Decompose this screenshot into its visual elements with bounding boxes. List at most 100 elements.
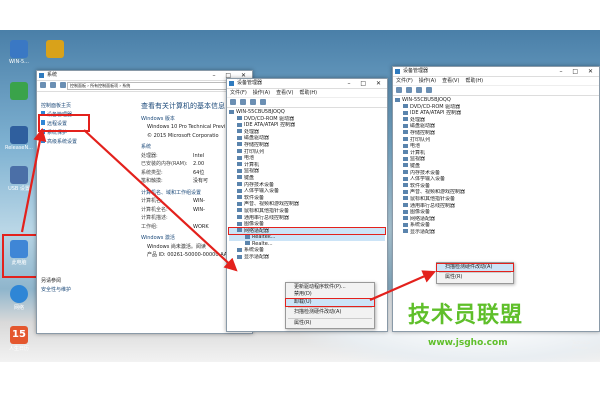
tree-item[interactable]: 显示适配器: [229, 254, 385, 261]
recycle-bin-icon: [10, 82, 28, 100]
nav-advanced-settings[interactable]: 高级系统设置: [41, 138, 136, 147]
tree-item[interactable]: 打印队列: [395, 137, 597, 144]
device-manager-highlight: [38, 114, 90, 132]
tree-item[interactable]: 声音、视频和游戏控制器: [229, 201, 385, 208]
menu-action[interactable]: 操作(A): [253, 90, 270, 96]
menu-properties[interactable]: 属性(R): [286, 320, 374, 327]
tree-item[interactable]: 人体学输入设备: [395, 176, 597, 183]
device-icon: [237, 188, 242, 193]
properties-icon[interactable]: [250, 99, 256, 105]
tree-item[interactable]: 打印队列: [229, 149, 385, 156]
tree-item[interactable]: 软件设备: [229, 195, 385, 202]
desktop-icon-recycle[interactable]: [2, 82, 36, 101]
menu-view[interactable]: 查看(V): [442, 78, 459, 84]
desktop-icon-calendar[interactable]: 15 人生日历: [2, 326, 36, 352]
tree-item[interactable]: 磁盘驱动器: [229, 135, 385, 142]
tree-item[interactable]: 键盘: [395, 163, 597, 170]
help-icon[interactable]: [260, 99, 266, 105]
device-icon: [237, 155, 242, 160]
menu-uninstall[interactable]: 卸载(U): [285, 297, 375, 308]
forward-icon[interactable]: [406, 87, 412, 93]
tree-item[interactable]: 电池: [395, 143, 597, 150]
menu-disable[interactable]: 禁用(D): [286, 291, 374, 298]
tree-item[interactable]: 电池: [229, 155, 385, 162]
tree-item[interactable]: 系统设备: [395, 222, 597, 229]
back-icon[interactable]: [396, 87, 402, 93]
menu-update-driver[interactable]: 更新驱动程序软件(P)...: [286, 284, 374, 291]
menu-scan-hardware[interactable]: 扫描检测硬件改动(A): [436, 262, 514, 273]
address-bar[interactable]: 控制面板 › 所有控制面板项 › 系统: [67, 82, 241, 90]
tree-item-network-adapters[interactable]: 网络适配器: [228, 226, 386, 236]
tree-item[interactable]: 声音、视频和游戏控制器: [395, 189, 597, 196]
desktop-icon-usb[interactable]: USB 设置: [2, 166, 36, 192]
network-adapter-icon: [403, 216, 408, 221]
device-icon: [403, 176, 408, 181]
nav-security-maintenance[interactable]: 安全性与维护: [41, 286, 136, 295]
menu-file[interactable]: 文件(F): [396, 78, 413, 84]
device-icon: [403, 196, 408, 201]
window-controls[interactable]: – □ ✕: [559, 67, 597, 76]
back-icon[interactable]: [230, 99, 236, 105]
tree-item[interactable]: 通用串行总线控制器: [229, 215, 385, 222]
network-adapter-icon: [245, 234, 250, 239]
tree-item[interactable]: 计算机: [229, 162, 385, 169]
tree-item[interactable]: 计算机: [395, 150, 597, 157]
tree-item[interactable]: IDE ATA/ATAPI 控制器: [395, 110, 597, 117]
menu-action[interactable]: 操作(A): [419, 78, 436, 84]
tree-item[interactable]: 键盘: [229, 175, 385, 182]
device-icon: [403, 203, 408, 207]
menu-scan-hardware[interactable]: 扫描检测硬件改动(A): [286, 309, 374, 316]
tree-item[interactable]: 人体学输入设备: [229, 188, 385, 195]
tree-item[interactable]: 内存技术设备: [395, 170, 597, 177]
tree-subitem[interactable]: Realtek...: [229, 234, 385, 241]
device-icon: [403, 222, 408, 227]
tree-item[interactable]: 处理器: [229, 129, 385, 136]
nav-control-panel-home[interactable]: 控制面板主页: [41, 102, 136, 111]
forward-icon[interactable]: [240, 99, 246, 105]
tree-item[interactable]: IDE ATA/ATAPI 控制器: [229, 122, 385, 129]
tree-item[interactable]: 磁盘驱动器: [395, 123, 597, 130]
tree-item[interactable]: 图像设备: [229, 221, 385, 228]
properties-icon[interactable]: [416, 87, 422, 93]
tree-subitem[interactable]: Realte...: [229, 241, 385, 248]
tree-item[interactable]: 存储控制器: [395, 130, 597, 137]
tree-item[interactable]: 监视器: [229, 168, 385, 175]
desktop-icon-network[interactable]: 网络: [2, 285, 36, 311]
tree-root[interactable]: WIN-55CBU5BJOQQ: [229, 109, 385, 116]
tree-item[interactable]: DVD/CD-ROM 驱动器: [395, 104, 597, 111]
menu-help[interactable]: 帮助(H): [465, 78, 483, 84]
tree-item[interactable]: 鼠标和其他指针设备: [229, 208, 385, 215]
up-icon[interactable]: [60, 82, 66, 88]
tree-item[interactable]: 系统设备: [229, 247, 385, 254]
desktop-icon-computer[interactable]: WIN-5...: [2, 40, 36, 65]
tree-item[interactable]: 监视器: [395, 156, 597, 163]
tree-item[interactable]: 图像设备: [395, 209, 597, 216]
tree-item[interactable]: 通用串行总线控制器: [395, 203, 597, 210]
tree-item[interactable]: 软件设备: [395, 183, 597, 190]
tree-root[interactable]: WIN-55CBU5BJOQQ: [395, 97, 597, 104]
menu-file[interactable]: 文件(F): [230, 90, 247, 96]
device-icon: [237, 215, 242, 219]
tree-item[interactable]: 显示适配器: [395, 229, 597, 236]
back-icon[interactable]: [40, 82, 46, 88]
menu-help[interactable]: 帮助(H): [299, 90, 317, 96]
calendar-icon: 15: [10, 326, 28, 344]
context-menu-1: 更新驱动程序软件(P)... 禁用(D) 卸载(U) 扫描检测硬件改动(A) 属…: [285, 282, 375, 330]
network-icon: [10, 285, 28, 303]
desktop-icon-app[interactable]: [38, 40, 72, 59]
forward-icon[interactable]: [50, 82, 56, 88]
tree-item[interactable]: 网络适配器: [395, 216, 597, 223]
tree-item[interactable]: 内存技术设备: [229, 182, 385, 189]
tree-item[interactable]: 鼠标和其他指针设备: [395, 196, 597, 203]
desktop-icon-release[interactable]: ReleaseN...: [2, 126, 36, 151]
menu-properties[interactable]: 属性(R): [437, 274, 513, 281]
tree-item[interactable]: 处理器: [395, 117, 597, 124]
window-controls[interactable]: – □ ✕: [347, 79, 385, 88]
tree-item[interactable]: 存储控制器: [229, 142, 385, 149]
help-icon[interactable]: [426, 87, 432, 93]
context-menu-2: 扫描检测硬件改动(A) 属性(R): [436, 262, 514, 284]
menu-view[interactable]: 查看(V): [276, 90, 293, 96]
device-icon: [237, 221, 242, 226]
tree-item[interactable]: DVD/CD-ROM 驱动器: [229, 116, 385, 123]
device-icon: [237, 195, 242, 200]
